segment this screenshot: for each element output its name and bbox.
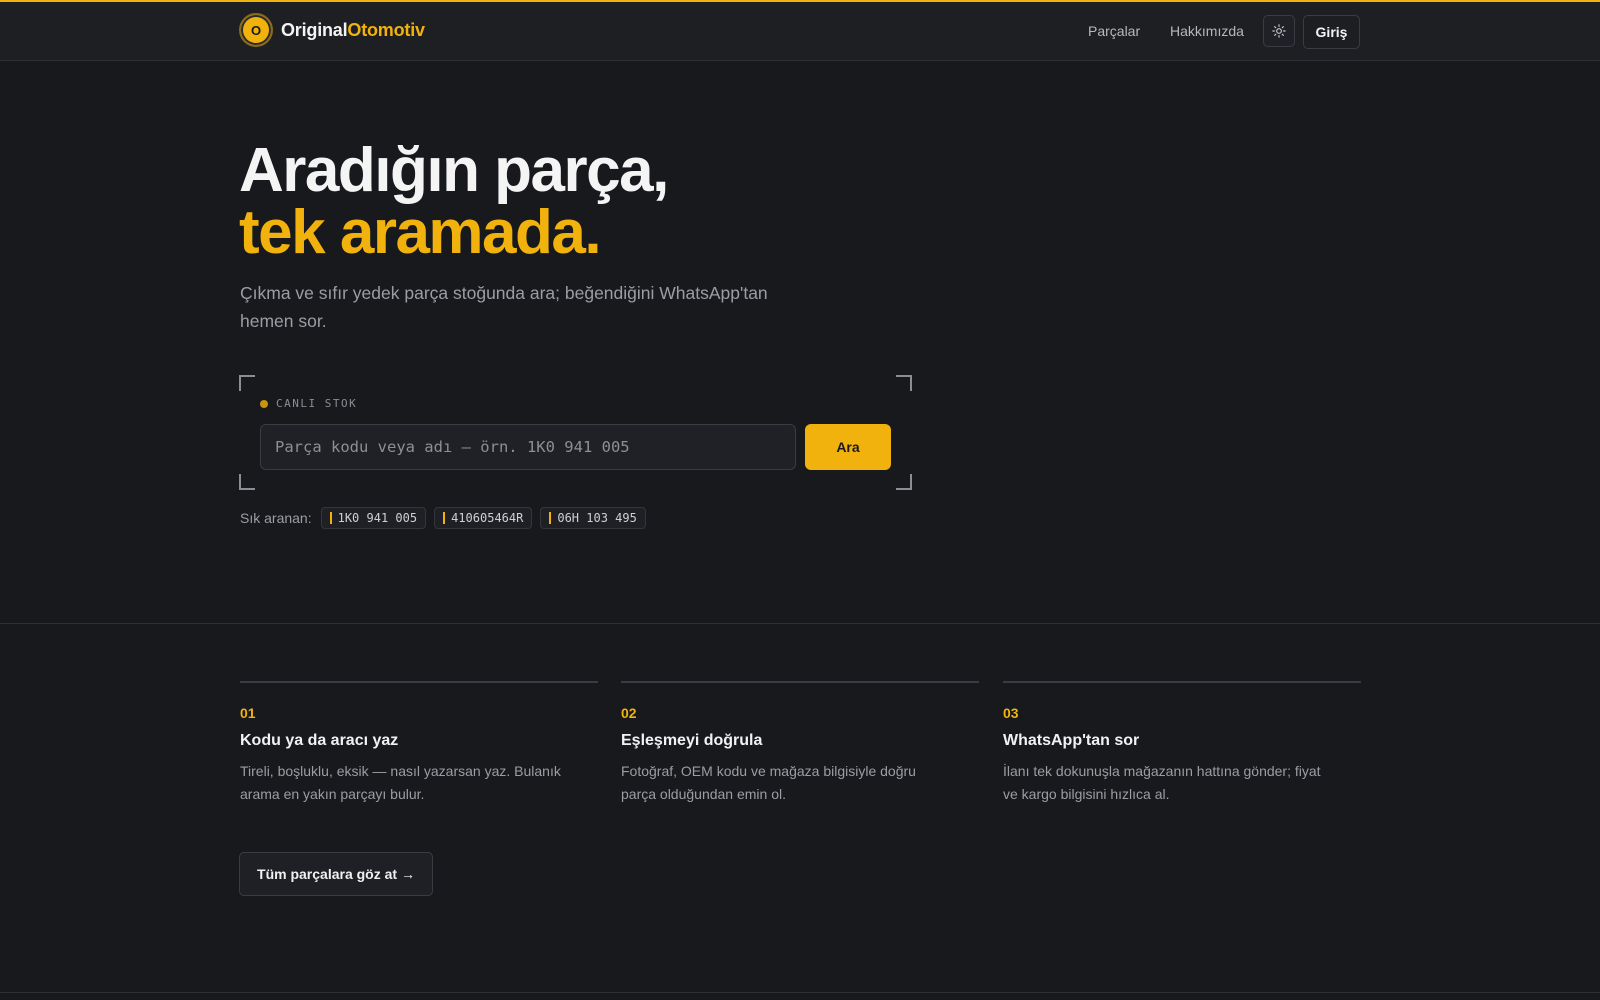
frame-corner-bottom-right	[896, 474, 912, 490]
step-title: WhatsApp'tan sor	[1003, 732, 1140, 749]
brand-name: OriginalOtomotiv	[281, 20, 425, 41]
step-2: 02 Eşleşmeyi doğrula Fotoğraf, OEM kodu …	[621, 681, 979, 806]
sun-icon	[1272, 24, 1286, 38]
live-stock-label: CANLI STOK	[276, 397, 358, 410]
theme-toggle-button[interactable]	[1263, 15, 1295, 47]
step-description: Fotoğraf, OEM kodu ve mağaza bilgisiyle …	[621, 763, 916, 802]
chip-text: 410605464R	[451, 511, 524, 525]
frequent-searches-label: Sık aranan:	[240, 510, 312, 526]
hero-title-line2: tek aramada.	[239, 198, 602, 267]
hero-subtitle: Çıkma ve sıfır yedek parça stoğunda ara;…	[240, 283, 768, 331]
step-number: 03	[1003, 705, 1019, 721]
search-input[interactable]	[260, 424, 796, 470]
section-divider	[0, 623, 1600, 624]
step-description: Tireli, boşluklu, eksik — nasıl yazarsan…	[240, 763, 561, 802]
brand-name-part1: Original	[281, 19, 348, 40]
nav-link-about[interactable]: Hakkımızda	[1170, 23, 1244, 39]
frequent-searches: Sık aranan: 1K0 941 005 410605464R 06H 1…	[240, 507, 654, 529]
live-dot-icon	[260, 399, 268, 408]
chip-text: 1K0 941 005	[337, 511, 418, 525]
step-number: 02	[621, 705, 637, 721]
logo-badge: O	[239, 13, 273, 47]
frame-corner-top-right	[896, 375, 912, 391]
frequent-search-chip[interactable]: 1K0 941 005	[320, 507, 427, 529]
browse-all-parts-button[interactable]: Tüm parçalara göz at →	[239, 852, 433, 896]
search-panel: CANLI STOK Ara	[239, 375, 912, 490]
step-3: 03 WhatsApp'tan sor İlanı tek dokunuşla …	[1003, 681, 1361, 806]
step-title: Eşleşmeyi doğrula	[621, 732, 763, 749]
chip-text: 06H 103 495	[557, 511, 637, 525]
step-1: 01 Kodu ya da aracı yaz Tireli, boşluklu…	[240, 681, 598, 806]
brand-name-part2: Otomotiv	[347, 19, 425, 40]
footer-divider	[0, 992, 1600, 993]
step-description: İlanı tek dokunuşla mağazanın hattına gö…	[1003, 763, 1321, 802]
brand-logo[interactable]: O OriginalOtomotiv	[239, 13, 425, 47]
step-title: Kodu ya da aracı yaz	[240, 732, 399, 749]
chip-accent-bar	[443, 512, 446, 524]
frame-corner-bottom-left	[239, 474, 255, 490]
hero-title: Aradığın parça, tek aramada.	[239, 136, 669, 267]
login-button[interactable]: Giriş	[1303, 15, 1360, 49]
chip-accent-bar	[549, 512, 552, 524]
hero-title-line1: Aradığın parça,	[239, 136, 669, 205]
chip-accent-bar	[329, 512, 332, 524]
site-header: O OriginalOtomotiv Parçalar Hakkımızda G…	[0, 2, 1600, 61]
search-button[interactable]: Ara	[805, 424, 891, 470]
frequent-search-chip[interactable]: 06H 103 495	[540, 507, 646, 529]
frequent-search-chip[interactable]: 410605464R	[434, 507, 533, 529]
live-stock-indicator: CANLI STOK	[260, 397, 357, 410]
nav-link-parts[interactable]: Parçalar	[1088, 23, 1140, 39]
frame-corner-top-left	[239, 375, 255, 391]
step-number: 01	[240, 705, 256, 721]
